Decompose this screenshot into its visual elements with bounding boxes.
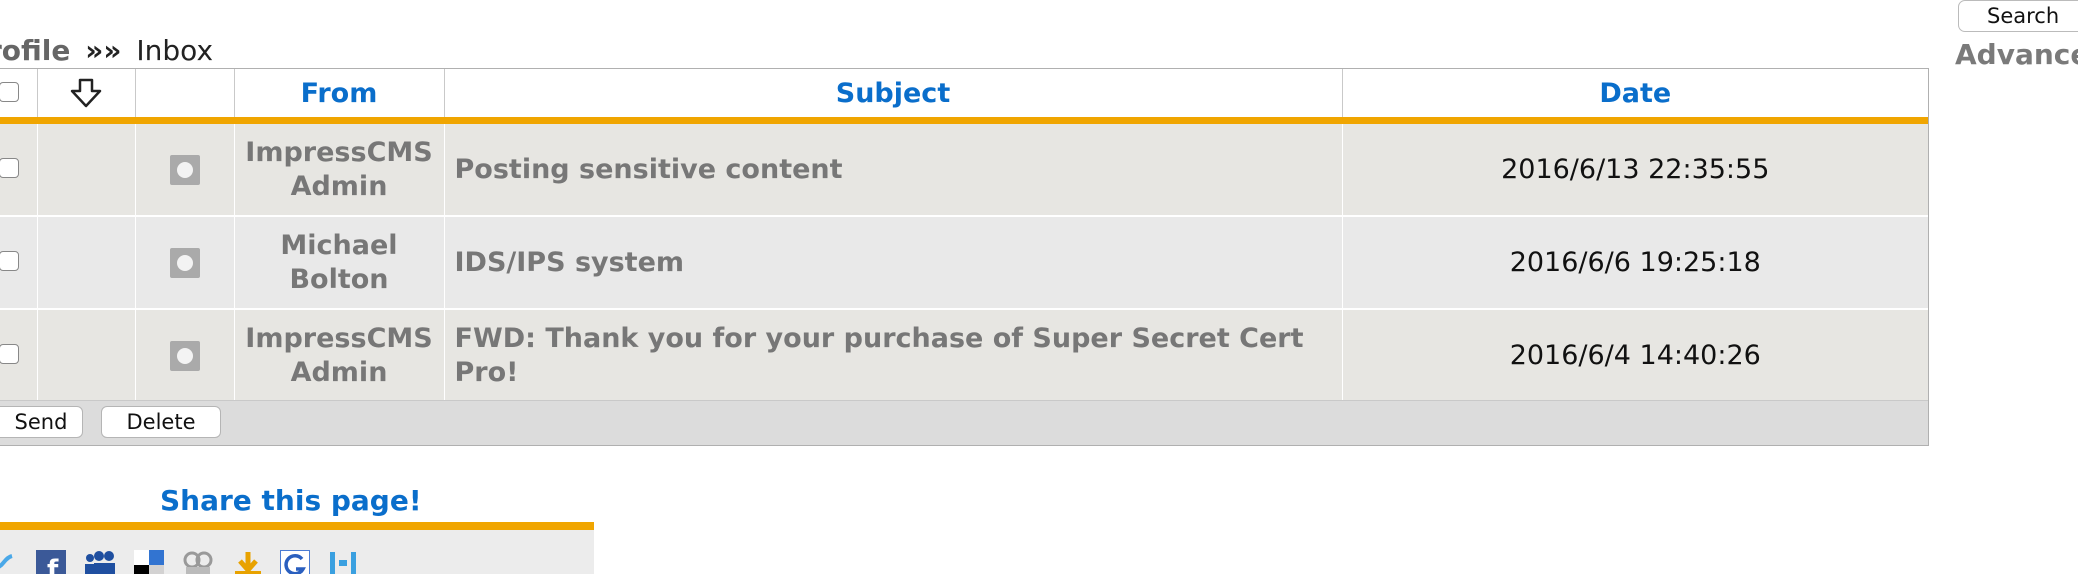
share-icons-bar: f (0, 530, 594, 574)
from-name-line2: Admin (290, 170, 388, 202)
from-column-header[interactable]: From (234, 69, 445, 124)
row-select-cell (0, 216, 38, 310)
row-status-cell (135, 309, 235, 403)
table-row[interactable]: ImpressCMS Admin Posting sensitive conte… (0, 120, 1928, 217)
from-name-line1: Michael (280, 229, 398, 261)
message-from[interactable]: ImpressCMS Admin (234, 309, 445, 403)
message-subject[interactable]: IDS/IPS system (444, 216, 1343, 310)
breadcrumb-current: Inbox (136, 34, 214, 67)
share-divider (0, 522, 594, 530)
facebook-icon[interactable]: f (36, 550, 66, 574)
row-blank-cell (37, 309, 136, 403)
message-subject[interactable]: FWD: Thank you for your purchase of Supe… (444, 309, 1343, 403)
row-checkbox[interactable] (0, 157, 19, 178)
date-column-header[interactable]: Date (1342, 69, 1928, 124)
svg-text:f: f (47, 555, 59, 574)
delicious-icon[interactable] (134, 550, 164, 574)
advanced-search-link[interactable]: Advance (1955, 38, 2078, 71)
message-from[interactable]: Michael Bolton (234, 216, 445, 310)
row-select-cell (0, 309, 38, 403)
breadcrumb-profile-link[interactable]: rofile (0, 34, 70, 67)
delete-button[interactable]: Delete (101, 406, 221, 438)
message-date: 2016/6/6 19:25:18 (1342, 216, 1928, 310)
from-name-line1: ImpressCMS (245, 136, 433, 168)
subject-column-header[interactable]: Subject (444, 69, 1343, 124)
send-button[interactable]: Send (0, 406, 83, 438)
share-title: Share this page! (160, 484, 422, 517)
digg-icon[interactable] (182, 550, 214, 574)
search-button[interactable]: Search (1958, 0, 2078, 32)
select-all-checkbox[interactable] (0, 81, 19, 102)
status-column-header (135, 69, 235, 124)
breadcrumb-separator: »» (85, 34, 122, 67)
message-date: 2016/6/4 14:40:26 (1342, 309, 1928, 403)
row-select-cell (0, 120, 38, 217)
select-all-header (0, 69, 38, 124)
row-status-cell (135, 120, 235, 217)
message-table: From Subject Date ImpressCMS Admin Posti… (0, 69, 1928, 403)
message-subject[interactable]: Posting sensitive content (444, 120, 1343, 217)
message-actions-bar: Send Delete (0, 400, 1928, 445)
breadcrumb: rofile »» Inbox (0, 34, 213, 67)
row-blank-cell (37, 120, 136, 217)
message-read-icon (169, 340, 200, 371)
row-status-cell (135, 216, 235, 310)
message-date: 2016/6/13 22:35:55 (1342, 120, 1928, 217)
twitter-icon[interactable] (0, 550, 14, 574)
message-read-icon (169, 154, 200, 185)
from-name-line1: ImpressCMS (245, 322, 433, 354)
row-checkbox[interactable] (0, 343, 19, 364)
from-name-line2: Admin (290, 356, 388, 388)
row-blank-cell (37, 216, 136, 310)
linkedin-icon[interactable] (328, 550, 358, 574)
google-icon[interactable] (279, 549, 311, 574)
stumbleupon-icon[interactable] (232, 550, 264, 574)
inbox-panel: From Subject Date ImpressCMS Admin Posti… (0, 68, 1929, 446)
table-row[interactable]: Michael Bolton IDS/IPS system 2016/6/6 1… (0, 216, 1928, 310)
arrow-down-icon[interactable] (70, 78, 102, 108)
message-read-icon (169, 247, 200, 278)
from-name-line2: Bolton (289, 263, 389, 295)
sort-column-header[interactable] (37, 69, 136, 124)
myspace-icon[interactable] (84, 550, 116, 574)
row-checkbox[interactable] (0, 250, 19, 271)
table-row[interactable]: ImpressCMS Admin FWD: Thank you for your… (0, 309, 1928, 403)
message-from[interactable]: ImpressCMS Admin (234, 120, 445, 217)
